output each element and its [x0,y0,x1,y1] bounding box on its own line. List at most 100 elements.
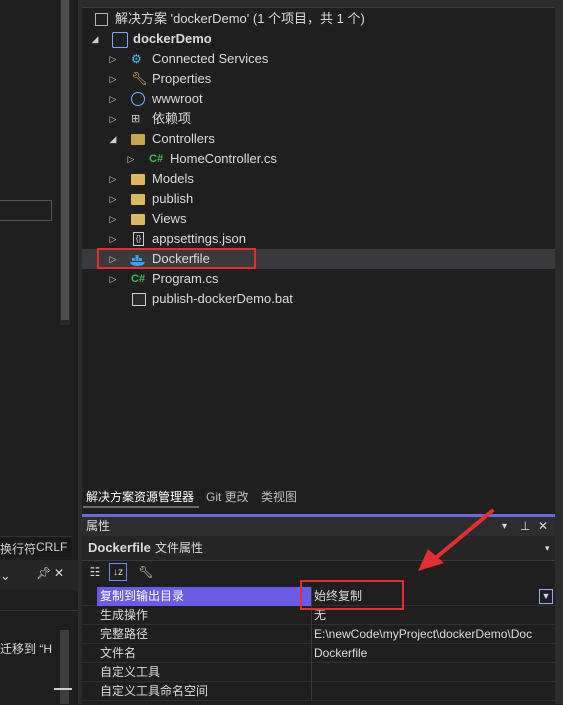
dropdown-button[interactable]: ▼ [539,589,553,604]
tree-item-appsettings[interactable]: ▷ {} appsettings.json [82,229,555,249]
pin-icon[interactable]: 📌︎ [36,566,51,580]
tree-item-connected-services[interactable]: ▷ ⚙ Connected Services [82,49,555,69]
tree-item-label: publish [152,191,194,206]
left-panel-toolbar: ⌄ 📌︎ ✕ [0,560,78,590]
sort-alphabetical-icon[interactable]: ↓z [109,563,127,581]
property-value[interactable]: E:\newCode\myProject\dockerDemo\Doc [314,625,549,644]
tab-solution-explorer[interactable]: 解决方案资源管理器 [86,488,194,505]
collapsed-arrow-icon[interactable]: ▷ [108,209,118,229]
tree-item-label: appsettings.json [152,231,246,246]
close-icon[interactable]: ✕ [54,566,64,580]
globe-icon [131,92,145,106]
close-icon[interactable]: ✕ [538,517,548,536]
solution-node[interactable]: 解决方案 'dockerDemo' (1 个项目，共 1 个) [82,9,555,29]
active-tab-indicator [83,506,199,508]
line-ending-label: 换行符 [0,542,37,556]
property-row[interactable]: 自定义工具 [82,663,555,682]
solution-explorer-toolbar [82,0,555,8]
output-scrollbar[interactable] [60,630,69,704]
property-value[interactable]: Dockerfile [314,644,549,663]
collapsed-arrow-icon[interactable]: ▷ [108,109,118,129]
property-name: 完整路径 [100,627,149,641]
left-status-bar: 换行符 CRLF [0,536,72,557]
output-line-mark [54,688,72,690]
property-row[interactable]: 自定义工具命名空间 [82,682,555,701]
tree-item-homecontroller[interactable]: ▷ C# HomeController.cs [82,149,555,169]
right-scrollbar[interactable] [555,0,563,704]
collapsed-arrow-icon[interactable]: ▷ [108,89,118,109]
expanded-arrow-icon[interactable]: ◢ [108,129,118,149]
categorized-icon[interactable]: ☷ [86,563,104,581]
chevron-down-icon[interactable]: ⌄ [0,568,11,584]
solution-title: 解决方案 'dockerDemo' (1 个项目，共 1 个) [115,11,365,26]
tree-item-wwwroot[interactable]: ▷ wwwroot [82,89,555,109]
folder-icon [131,174,145,185]
collapsed-arrow-icon[interactable]: ▷ [108,229,118,249]
wrench-icon[interactable]: 🔧︎ [137,563,155,581]
pin-icon[interactable]: ⊥ [520,517,530,536]
connected-services-icon: ⚙ [131,52,142,66]
tree-item-models[interactable]: ▷ Models [82,169,555,189]
properties-title: 属性 [86,519,111,533]
collapsed-arrow-icon[interactable]: ▷ [126,149,136,169]
tree-item-dependencies[interactable]: ▷ ⊞ 依赖项 [82,109,555,129]
collapsed-arrow-icon[interactable]: ▷ [108,169,118,189]
collapsed-arrow-icon[interactable]: ▷ [108,49,118,69]
tree-item-views[interactable]: ▷ Views [82,209,555,229]
folder-open-icon [131,134,145,145]
tree-item-controllers[interactable]: ◢ Controllers [82,129,555,149]
batch-file-icon [132,293,146,306]
property-name: 自定义工具 [100,665,161,679]
tree-item-label: Models [152,171,194,186]
project-label: dockerDemo [133,31,212,46]
solution-icon [95,13,108,26]
column-divider [311,644,312,663]
tree-item-label: HomeController.cs [170,151,277,166]
collapsed-arrow-icon[interactable]: ▷ [108,69,118,89]
tree-item-label: Views [152,211,187,226]
dockerfile-highlight-box [97,248,256,269]
tab-class-view[interactable]: 类视图 [261,488,297,505]
tree-item-publish[interactable]: ▷ publish [82,189,555,209]
tree-item-publish-bat[interactable]: publish-dockerDemo.bat [82,289,555,309]
property-name: 自定义工具命名空间 [100,684,209,698]
property-row[interactable]: 完整路径 E:\newCode\myProject\dockerDemo\Doc [82,625,555,644]
left-input-field[interactable] [0,200,52,221]
chevron-down-icon[interactable]: ▾ [545,536,550,560]
annotation-arrow [418,509,494,571]
dependencies-icon: ⊞ [131,113,141,125]
tree-item-properties[interactable]: ▷ 🔧︎ Properties [82,69,555,89]
tree-item-label: Controllers [152,131,215,146]
tree-item-program[interactable]: ▷ C# Program.cs [82,269,555,289]
property-name: 生成操作 [100,608,149,622]
tree-item-label: Properties [152,71,212,86]
left-scrollbar-thumb[interactable] [61,0,69,320]
csharp-project-icon [112,32,128,48]
property-name: 文件名 [100,646,137,660]
subject-type: 文件属性 [155,541,204,555]
csharp-file-icon: C# [149,153,164,165]
tree-item-label: Program.cs [152,271,219,286]
folder-icon [131,214,145,225]
column-divider [311,663,312,682]
wrench-icon: 🔧︎ [131,71,148,86]
line-ending-value[interactable]: CRLF [36,540,67,554]
csharp-file-icon: C# [131,273,146,285]
chevron-down-icon[interactable]: ▾ [502,517,507,536]
tab-git-changes[interactable]: Git 更改 [206,488,249,505]
project-node[interactable]: ◢ dockerDemo [82,29,555,49]
column-divider [311,682,312,701]
subject-name: Dockerfile [88,540,151,555]
column-divider [311,625,312,644]
value-highlight-box [300,580,404,610]
property-name: 复制到输出目录 [97,587,311,606]
property-row[interactable]: 文件名 Dockerfile [82,644,555,663]
folder-icon [131,194,145,205]
tree-item-label: publish-dockerDemo.bat [152,291,293,306]
collapsed-arrow-icon[interactable]: ▷ [108,269,118,289]
json-file-icon: {} [133,232,144,246]
collapsed-arrow-icon[interactable]: ▷ [108,189,118,209]
expanded-arrow-icon[interactable]: ◢ [90,29,100,49]
output-text: 迁移到 “H [0,642,52,656]
tree-item-label: wwwroot [152,91,203,106]
